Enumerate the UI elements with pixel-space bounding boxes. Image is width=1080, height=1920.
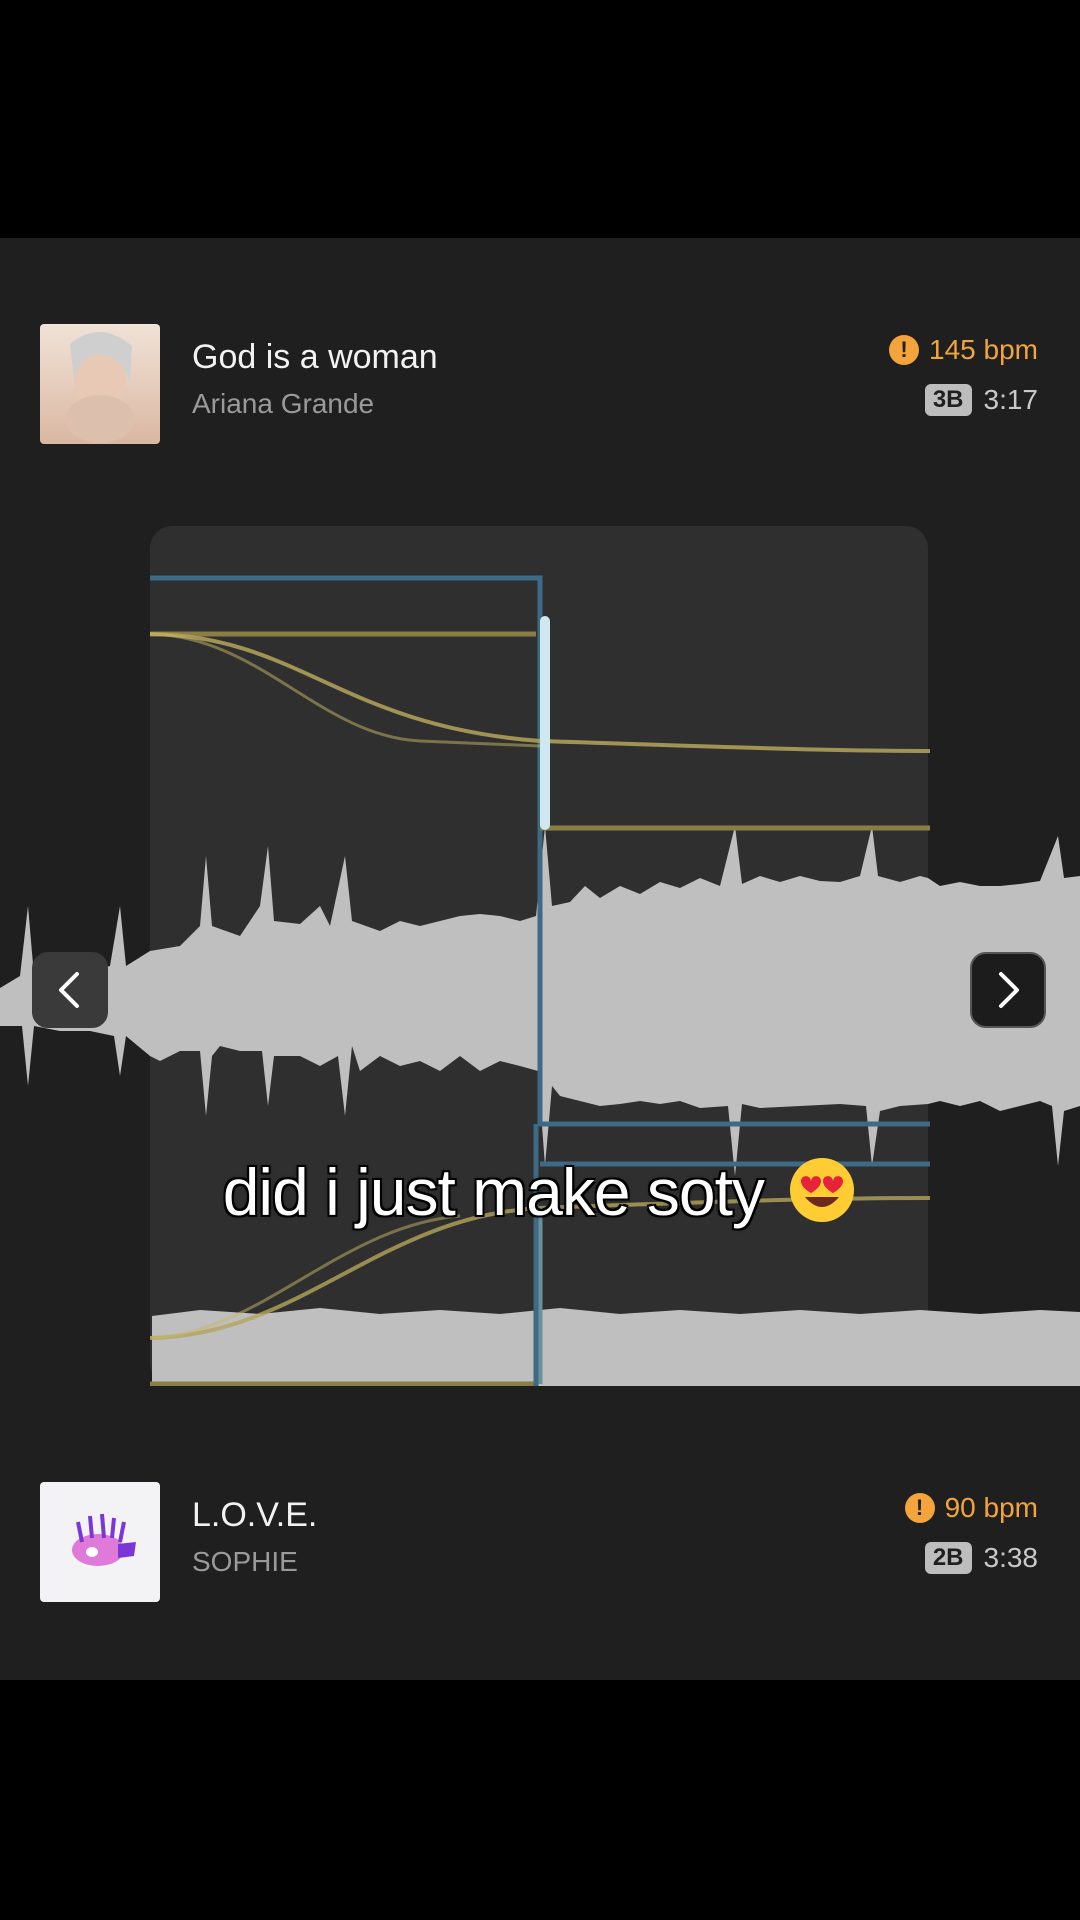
duration-label: 3:17 <box>983 384 1039 415</box>
bpm-label: 90 bpm <box>944 1492 1038 1523</box>
track-meta: ! 90 bpm 2B 3:38 <box>904 1492 1039 1574</box>
album-art <box>40 1482 160 1602</box>
previous-button[interactable] <box>32 952 108 1028</box>
mix-timeline[interactable] <box>0 526 1080 1386</box>
caption-text: did i just make soty <box>222 1155 765 1229</box>
key-badge: 3B <box>924 384 972 416</box>
track-meta: ! 145 bpm 3B 3:17 <box>889 334 1038 416</box>
track-artist: SOPHIE <box>192 1546 298 1577</box>
bpm-label: 145 bpm <box>929 334 1038 365</box>
warning-icon: ! <box>904 1493 935 1523</box>
track-title: God is a woman <box>192 338 438 376</box>
chevron-left-icon <box>59 972 79 1008</box>
caption-overlay: did i just make soty <box>0 1154 1080 1240</box>
next-button[interactable] <box>970 952 1046 1028</box>
track-artist: Ariana Grande <box>192 388 375 419</box>
track-row-a[interactable]: God is a woman Ariana Grande ! 145 bpm 3… <box>0 324 1080 446</box>
waveform-canvas-b <box>149 1124 1080 1386</box>
heart-eyes-emoji <box>787 1155 857 1240</box>
album-art <box>40 324 160 444</box>
key-badge: 2B <box>924 1542 972 1574</box>
duration-label: 3:38 <box>983 1542 1039 1573</box>
track-row-b[interactable]: L.O.V.E. SOPHIE ! 90 bpm 2B 3:38 <box>0 1482 1080 1604</box>
mixer-screen: God is a woman Ariana Grande ! 145 bpm 3… <box>0 238 1080 1680</box>
warning-icon: ! <box>889 335 920 365</box>
track-title: L.O.V.E. <box>192 1496 318 1534</box>
chevron-right-icon <box>999 972 1019 1008</box>
